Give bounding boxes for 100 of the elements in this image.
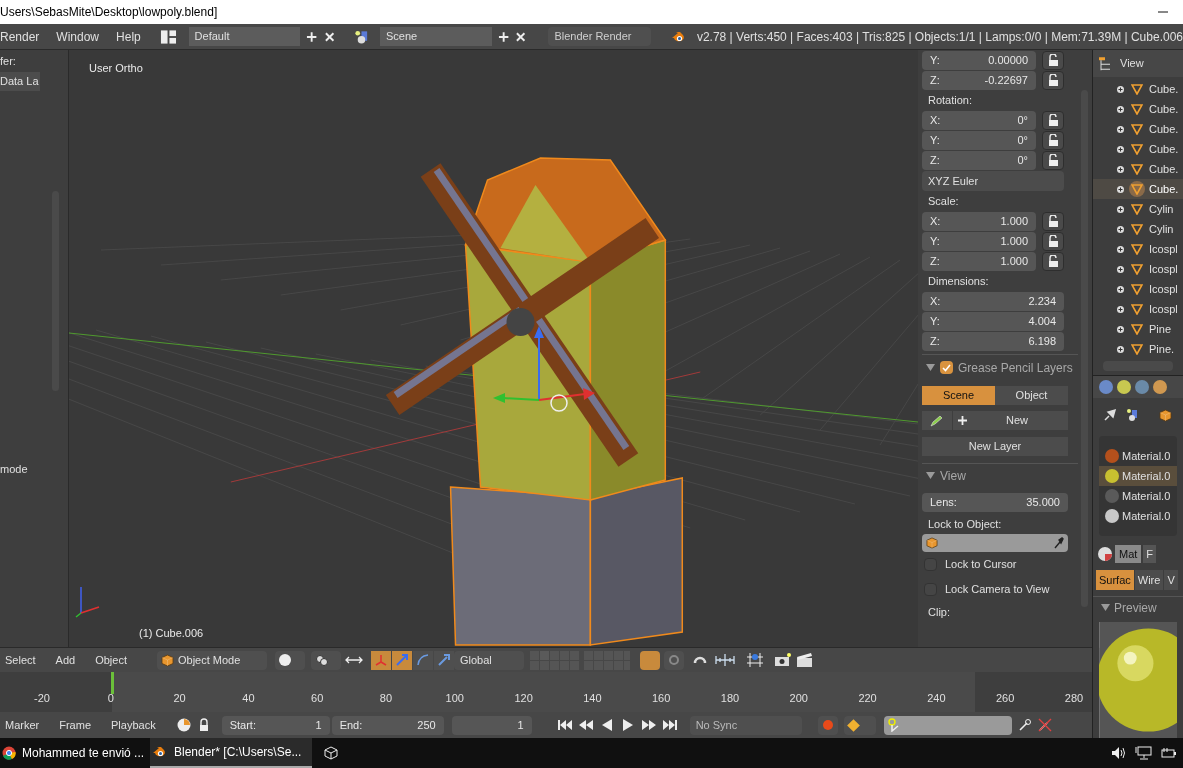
outliner-item[interactable]: Cylin [1093, 199, 1183, 219]
material-slot[interactable]: Material.0 [1099, 466, 1177, 486]
number-field[interactable]: Start: 1 [221, 715, 330, 735]
sync-dropdown[interactable]: No Sync [689, 715, 802, 735]
number-field[interactable]: Z: 6.198 [922, 331, 1064, 351]
scale-tool-icon[interactable] [433, 650, 454, 670]
number-field[interactable]: 1 [451, 715, 532, 735]
outliner-item[interactable]: Cube. [1093, 119, 1183, 139]
speaker-icon[interactable] [1111, 746, 1127, 760]
rotation-mode-dropdown[interactable]: XYZ Euler [922, 171, 1064, 191]
number-field[interactable]: Y: 1.000 [922, 231, 1036, 251]
number-field[interactable]: Y: 4.004 [922, 311, 1064, 331]
screen-layout-field[interactable]: Default [188, 27, 301, 46]
outliner-item[interactable]: Cube. [1093, 159, 1183, 179]
object-field[interactable] [922, 534, 1068, 552]
padlock-icon [1047, 254, 1059, 268]
taskbar-app[interactable]: Blender* [C:\Users\Se... [150, 738, 312, 768]
shading-dropdown[interactable] [274, 650, 305, 670]
enable-checkbox[interactable] [940, 361, 953, 374]
properties-tab-icon[interactable] [1135, 380, 1149, 394]
plus-icon[interactable] [306, 30, 318, 43]
outliner-item[interactable]: Cube. [1093, 139, 1183, 159]
scene-field[interactable]: Scene [379, 27, 492, 46]
outliner-item[interactable]: Cube. [1093, 99, 1183, 119]
new-layer-button[interactable]: New Layer [922, 437, 1068, 456]
outliner-item[interactable]: Pine. [1093, 339, 1183, 359]
menu-item[interactable]: Window [56, 27, 100, 46]
expand-icon [1116, 184, 1125, 194]
fake-user-button[interactable]: F [1143, 545, 1157, 563]
material-slot[interactable]: Material.0 [1099, 446, 1177, 466]
number-field[interactable]: Z: 0° [922, 150, 1036, 170]
lock-toggle[interactable] [1042, 110, 1064, 130]
lock-toggle[interactable] [1042, 231, 1064, 251]
outliner-item[interactable]: Cube. [1093, 79, 1183, 99]
data-button[interactable]: Data La [0, 71, 40, 91]
outliner-item[interactable]: Cube. [1093, 179, 1183, 199]
outliner-item[interactable]: Cylin [1093, 219, 1183, 239]
menu-item[interactable]: Playback [111, 716, 156, 734]
number-field[interactable]: X: 1.000 [922, 211, 1036, 231]
menu-item[interactable]: Frame [59, 716, 91, 734]
number-field[interactable]: X: 0° [922, 110, 1036, 130]
menu-item[interactable]: Help [116, 27, 141, 46]
plus-icon[interactable] [497, 30, 510, 43]
lock-toggle[interactable] [1042, 70, 1064, 90]
properties-tab-icon[interactable] [1153, 380, 1167, 394]
shading-tab[interactable]: Wire [1134, 570, 1164, 590]
number-field[interactable]: End: 250 [331, 715, 444, 735]
material-name: Material.0 [1122, 448, 1171, 464]
insert-key-icon [1017, 718, 1032, 732]
new-button[interactable]: New [953, 411, 1068, 430]
menu-item[interactable]: Add [55, 651, 76, 669]
properties-tab-icon[interactable] [1099, 380, 1113, 394]
close-icon[interactable] [515, 30, 527, 43]
lock-toggle[interactable] [1042, 251, 1064, 271]
number-field[interactable]: Z: -0.22697 [922, 70, 1036, 90]
rotate-tool-icon[interactable] [391, 650, 412, 670]
material-slot[interactable]: Material.0 [1099, 506, 1177, 526]
render-engine-dropdown[interactable]: Blender Render [548, 27, 651, 46]
shading-tab[interactable]: Surfac [1096, 570, 1134, 590]
lock-toggle[interactable] [1042, 130, 1064, 150]
lock-toggle[interactable] [1042, 150, 1064, 170]
number-field[interactable]: X: 2.234 [922, 291, 1064, 311]
expand-icon [1116, 204, 1125, 214]
number-field[interactable]: Lens: 35.000 [922, 493, 1068, 512]
proportional-edit-icon[interactable] [663, 650, 684, 670]
menu-item[interactable]: Marker [5, 716, 40, 734]
taskbar-app[interactable]: Mohammed te envió ... [0, 738, 148, 768]
keying-set-field[interactable] [883, 715, 1012, 735]
menu-item[interactable]: Render [0, 27, 40, 46]
frame-number: 240 [926, 691, 947, 706]
battery-icon[interactable] [1161, 746, 1177, 760]
pivot-dropdown[interactable] [310, 650, 341, 670]
number-field[interactable]: Y: 0° [922, 130, 1036, 150]
mode-dropdown[interactable]: Object Mode [156, 650, 267, 670]
cube-outline-icon[interactable] [324, 746, 338, 760]
outliner-item[interactable]: Pine [1093, 319, 1183, 339]
number-field[interactable]: Y: 0.00000 [922, 50, 1036, 70]
delete-key-icon [1037, 718, 1052, 732]
mode-tab[interactable]: Scene [922, 386, 995, 405]
material-slot[interactable]: Material.0 [1099, 486, 1177, 506]
outliner-item[interactable]: Icospl [1093, 239, 1183, 259]
number-field[interactable]: Z: 1.000 [922, 251, 1036, 271]
properties-tab-icon[interactable] [1117, 380, 1131, 394]
menu-item[interactable]: Object [95, 651, 127, 669]
shading-tab[interactable]: V [1164, 570, 1178, 590]
arc-tool-icon[interactable] [412, 650, 433, 670]
outliner-item[interactable]: Icospl [1093, 279, 1183, 299]
orientation-dropdown[interactable]: Global [453, 650, 524, 670]
material-field[interactable]: Mat [1115, 545, 1142, 563]
network-icon[interactable] [1135, 746, 1153, 760]
lock-toggle[interactable] [1042, 211, 1064, 231]
mode-tab[interactable]: Object [995, 386, 1068, 405]
outliner-item[interactable]: Icospl [1093, 299, 1183, 319]
translate-tool-icon[interactable] [370, 650, 391, 670]
menu-item[interactable]: Select [5, 651, 36, 669]
keyframe-dropdown[interactable] [843, 715, 876, 735]
view-menu[interactable]: View [1120, 55, 1144, 72]
outliner-item[interactable]: Icospl [1093, 259, 1183, 279]
lock-toggle[interactable] [1042, 50, 1064, 70]
close-icon[interactable] [323, 30, 336, 43]
